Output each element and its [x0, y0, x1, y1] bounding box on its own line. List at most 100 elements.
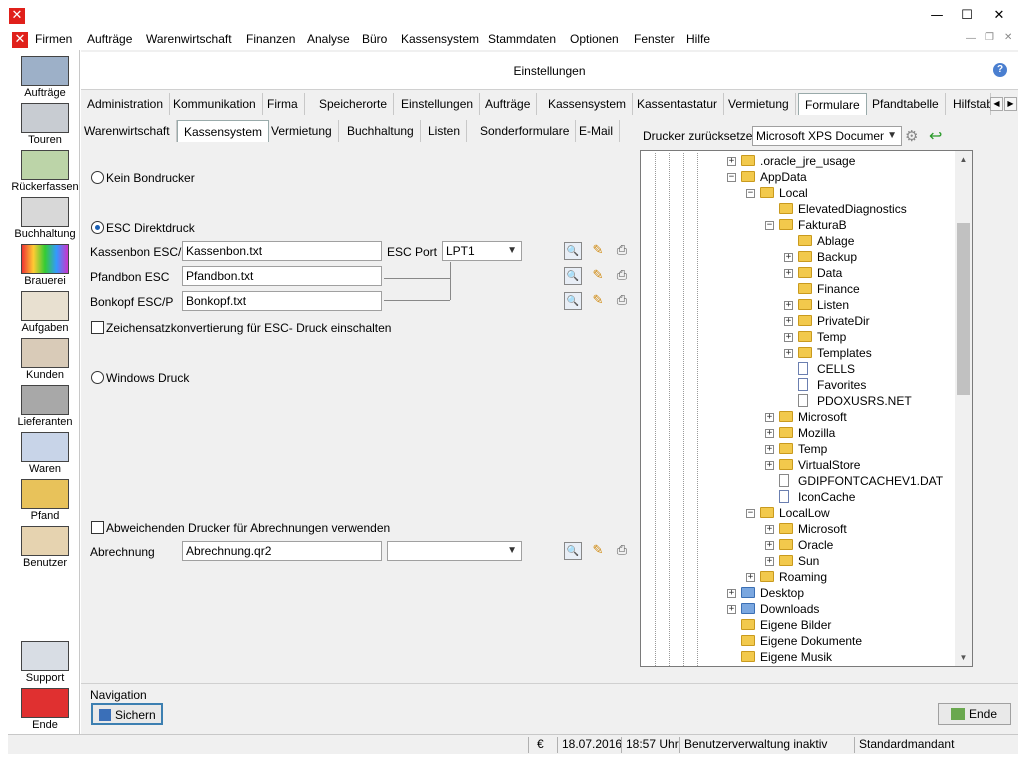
- tree-node[interactable]: IconCache: [641, 489, 955, 505]
- menu-analyse[interactable]: Analyse: [307, 32, 350, 46]
- edit-pencil-icon[interactable]: ✎: [589, 266, 607, 284]
- collapse-icon[interactable]: −: [727, 173, 736, 182]
- subtab-sonderformulare[interactable]: Sonderformulare: [474, 120, 577, 142]
- tab-kassentastatur[interactable]: Kassentastatur: [631, 93, 725, 115]
- tree-node[interactable]: Favorites: [641, 377, 955, 393]
- tab-auftraege[interactable]: Aufträge: [479, 93, 538, 115]
- sidebar-item-aufgaben[interactable]: Aufgaben: [10, 289, 80, 335]
- preview-icon[interactable]: 🔍: [564, 242, 582, 260]
- expand-icon[interactable]: +: [727, 605, 736, 614]
- help-icon[interactable]: ?: [993, 63, 1007, 77]
- tree-node[interactable]: − LocalLow: [641, 505, 955, 521]
- tree-node[interactable]: + Templates: [641, 345, 955, 361]
- printer-icon[interactable]: ⎙: [613, 266, 631, 284]
- tab-einstellungen[interactable]: Einstellungen: [395, 93, 481, 115]
- reset-arrow-icon[interactable]: ↩: [929, 126, 942, 146]
- menu-buero[interactable]: Büro: [362, 32, 387, 46]
- tab-administration[interactable]: Administration: [81, 93, 171, 115]
- edit-pencil-icon[interactable]: ✎: [589, 291, 607, 309]
- expand-icon[interactable]: +: [727, 589, 736, 598]
- sidebar-item-auftraege[interactable]: Aufträge: [10, 54, 80, 100]
- sidebar-item-rueckerfassen[interactable]: Rückerfassen: [10, 148, 80, 194]
- printer-icon[interactable]: ⎙: [613, 291, 631, 309]
- expand-icon[interactable]: +: [765, 429, 774, 438]
- printer-icon[interactable]: ⎙: [613, 241, 631, 259]
- tab-speicherorte[interactable]: Speicherorte: [313, 93, 395, 115]
- tree-scrollbar[interactable]: ▲ ▼: [955, 151, 972, 666]
- expand-icon[interactable]: +: [784, 253, 793, 262]
- expand-icon[interactable]: +: [765, 445, 774, 454]
- tree-node[interactable]: + Downloads: [641, 601, 955, 617]
- sidebar-item-pfand[interactable]: Pfand: [10, 477, 80, 523]
- zeichensatz-checkbox[interactable]: [91, 321, 104, 334]
- tree-node[interactable]: + Temp: [641, 329, 955, 345]
- close-button[interactable]: ✕: [984, 5, 1014, 27]
- expand-icon[interactable]: +: [784, 301, 793, 310]
- expand-icon[interactable]: +: [765, 461, 774, 470]
- expand-icon[interactable]: +: [784, 349, 793, 358]
- tree-node[interactable]: + Sun: [641, 553, 955, 569]
- menu-finanzen[interactable]: Finanzen: [246, 32, 295, 46]
- scroll-thumb[interactable]: [957, 223, 970, 395]
- expand-icon[interactable]: +: [727, 157, 736, 166]
- menu-fenster[interactable]: Fenster: [634, 32, 675, 46]
- collapse-icon[interactable]: −: [746, 189, 755, 198]
- expand-icon[interactable]: +: [765, 413, 774, 422]
- sidebar-item-kunden[interactable]: Kunden: [10, 336, 80, 382]
- subtab-vermietung[interactable]: Vermietung: [265, 120, 339, 142]
- end-button[interactable]: Ende: [938, 703, 1011, 725]
- tree-node[interactable]: + Data: [641, 265, 955, 281]
- expand-icon[interactable]: +: [784, 333, 793, 342]
- sidebar-item-brauerei[interactable]: Brauerei: [10, 242, 80, 288]
- preview-icon[interactable]: 🔍: [564, 267, 582, 285]
- sidebar-item-support[interactable]: Support: [10, 639, 80, 685]
- menu-optionen[interactable]: Optionen: [570, 32, 619, 46]
- tab-scroll-left-icon[interactable]: ◀: [990, 97, 1003, 111]
- printer-icon[interactable]: ⎙: [613, 541, 631, 559]
- subtab-buchhaltung[interactable]: Buchhaltung: [341, 120, 421, 142]
- folder-tree[interactable]: + .oracle_jre_usage − AppData − Local Elevated…: [640, 150, 973, 667]
- tree-node[interactable]: + Microsoft: [641, 409, 955, 425]
- tree-node[interactable]: + Listen: [641, 297, 955, 313]
- expand-icon[interactable]: +: [765, 541, 774, 550]
- menu-stammdaten[interactable]: Stammdaten: [488, 32, 556, 46]
- tree-node[interactable]: GDIPFONTCACHEV1.DAT: [641, 473, 955, 489]
- tree-node[interactable]: − Local: [641, 185, 955, 201]
- tree-node[interactable]: Finance: [641, 281, 955, 297]
- abweichend-checkbox[interactable]: [91, 521, 104, 534]
- tree-node[interactable]: + Temp: [641, 441, 955, 457]
- sidebar-item-buchhaltung[interactable]: Buchhaltung: [10, 195, 80, 241]
- sidebar-item-touren[interactable]: Touren: [10, 101, 80, 147]
- expand-icon[interactable]: +: [784, 317, 793, 326]
- tree-node[interactable]: − AppData: [641, 169, 955, 185]
- expand-icon[interactable]: +: [784, 269, 793, 278]
- save-button[interactable]: Sichern: [91, 703, 163, 725]
- scroll-up-icon[interactable]: ▲: [955, 151, 972, 168]
- preview-icon[interactable]: 🔍: [564, 292, 582, 310]
- tab-scroll-right-icon[interactable]: ▶: [1004, 97, 1017, 111]
- tab-kassensystem[interactable]: Kassensystem: [542, 93, 634, 115]
- gear-icon[interactable]: ⚙: [905, 127, 918, 145]
- subtab-kassensystem[interactable]: Kassensystem: [177, 120, 270, 142]
- tree-node[interactable]: + Oracle: [641, 537, 955, 553]
- collapse-icon[interactable]: −: [746, 509, 755, 518]
- tree-node[interactable]: PDOXUSRS.NET: [641, 393, 955, 409]
- tab-firma[interactable]: Firma: [261, 93, 305, 115]
- menu-auftraege[interactable]: Aufträge: [87, 32, 132, 46]
- menu-firmen[interactable]: Firmen: [35, 32, 72, 46]
- abrechnung-printer-select[interactable]: ▼: [387, 541, 522, 561]
- printer-reset-select[interactable]: Microsoft XPS Document W ▼: [752, 126, 902, 146]
- tree-node[interactable]: Eigene Musik: [641, 649, 955, 665]
- expand-icon[interactable]: +: [765, 525, 774, 534]
- subtab-warenwirtschaft[interactable]: Warenwirtschaft: [78, 120, 177, 142]
- tree-node[interactable]: + Backup: [641, 249, 955, 265]
- edit-pencil-icon[interactable]: ✎: [589, 241, 607, 259]
- menu-kassensystem[interactable]: Kassensystem: [401, 32, 479, 46]
- preview-icon[interactable]: 🔍: [564, 542, 582, 560]
- kassenbon-input[interactable]: Kassenbon.txt: [182, 241, 382, 261]
- tab-kommunikation[interactable]: Kommunikation: [167, 93, 263, 115]
- tree-node[interactable]: ElevatedDiagnostics: [641, 201, 955, 217]
- radio-windows-druck[interactable]: [91, 371, 104, 384]
- tree-node[interactable]: Eigene Dokumente: [641, 633, 955, 649]
- sidebar-item-lieferanten[interactable]: Lieferanten: [10, 383, 80, 429]
